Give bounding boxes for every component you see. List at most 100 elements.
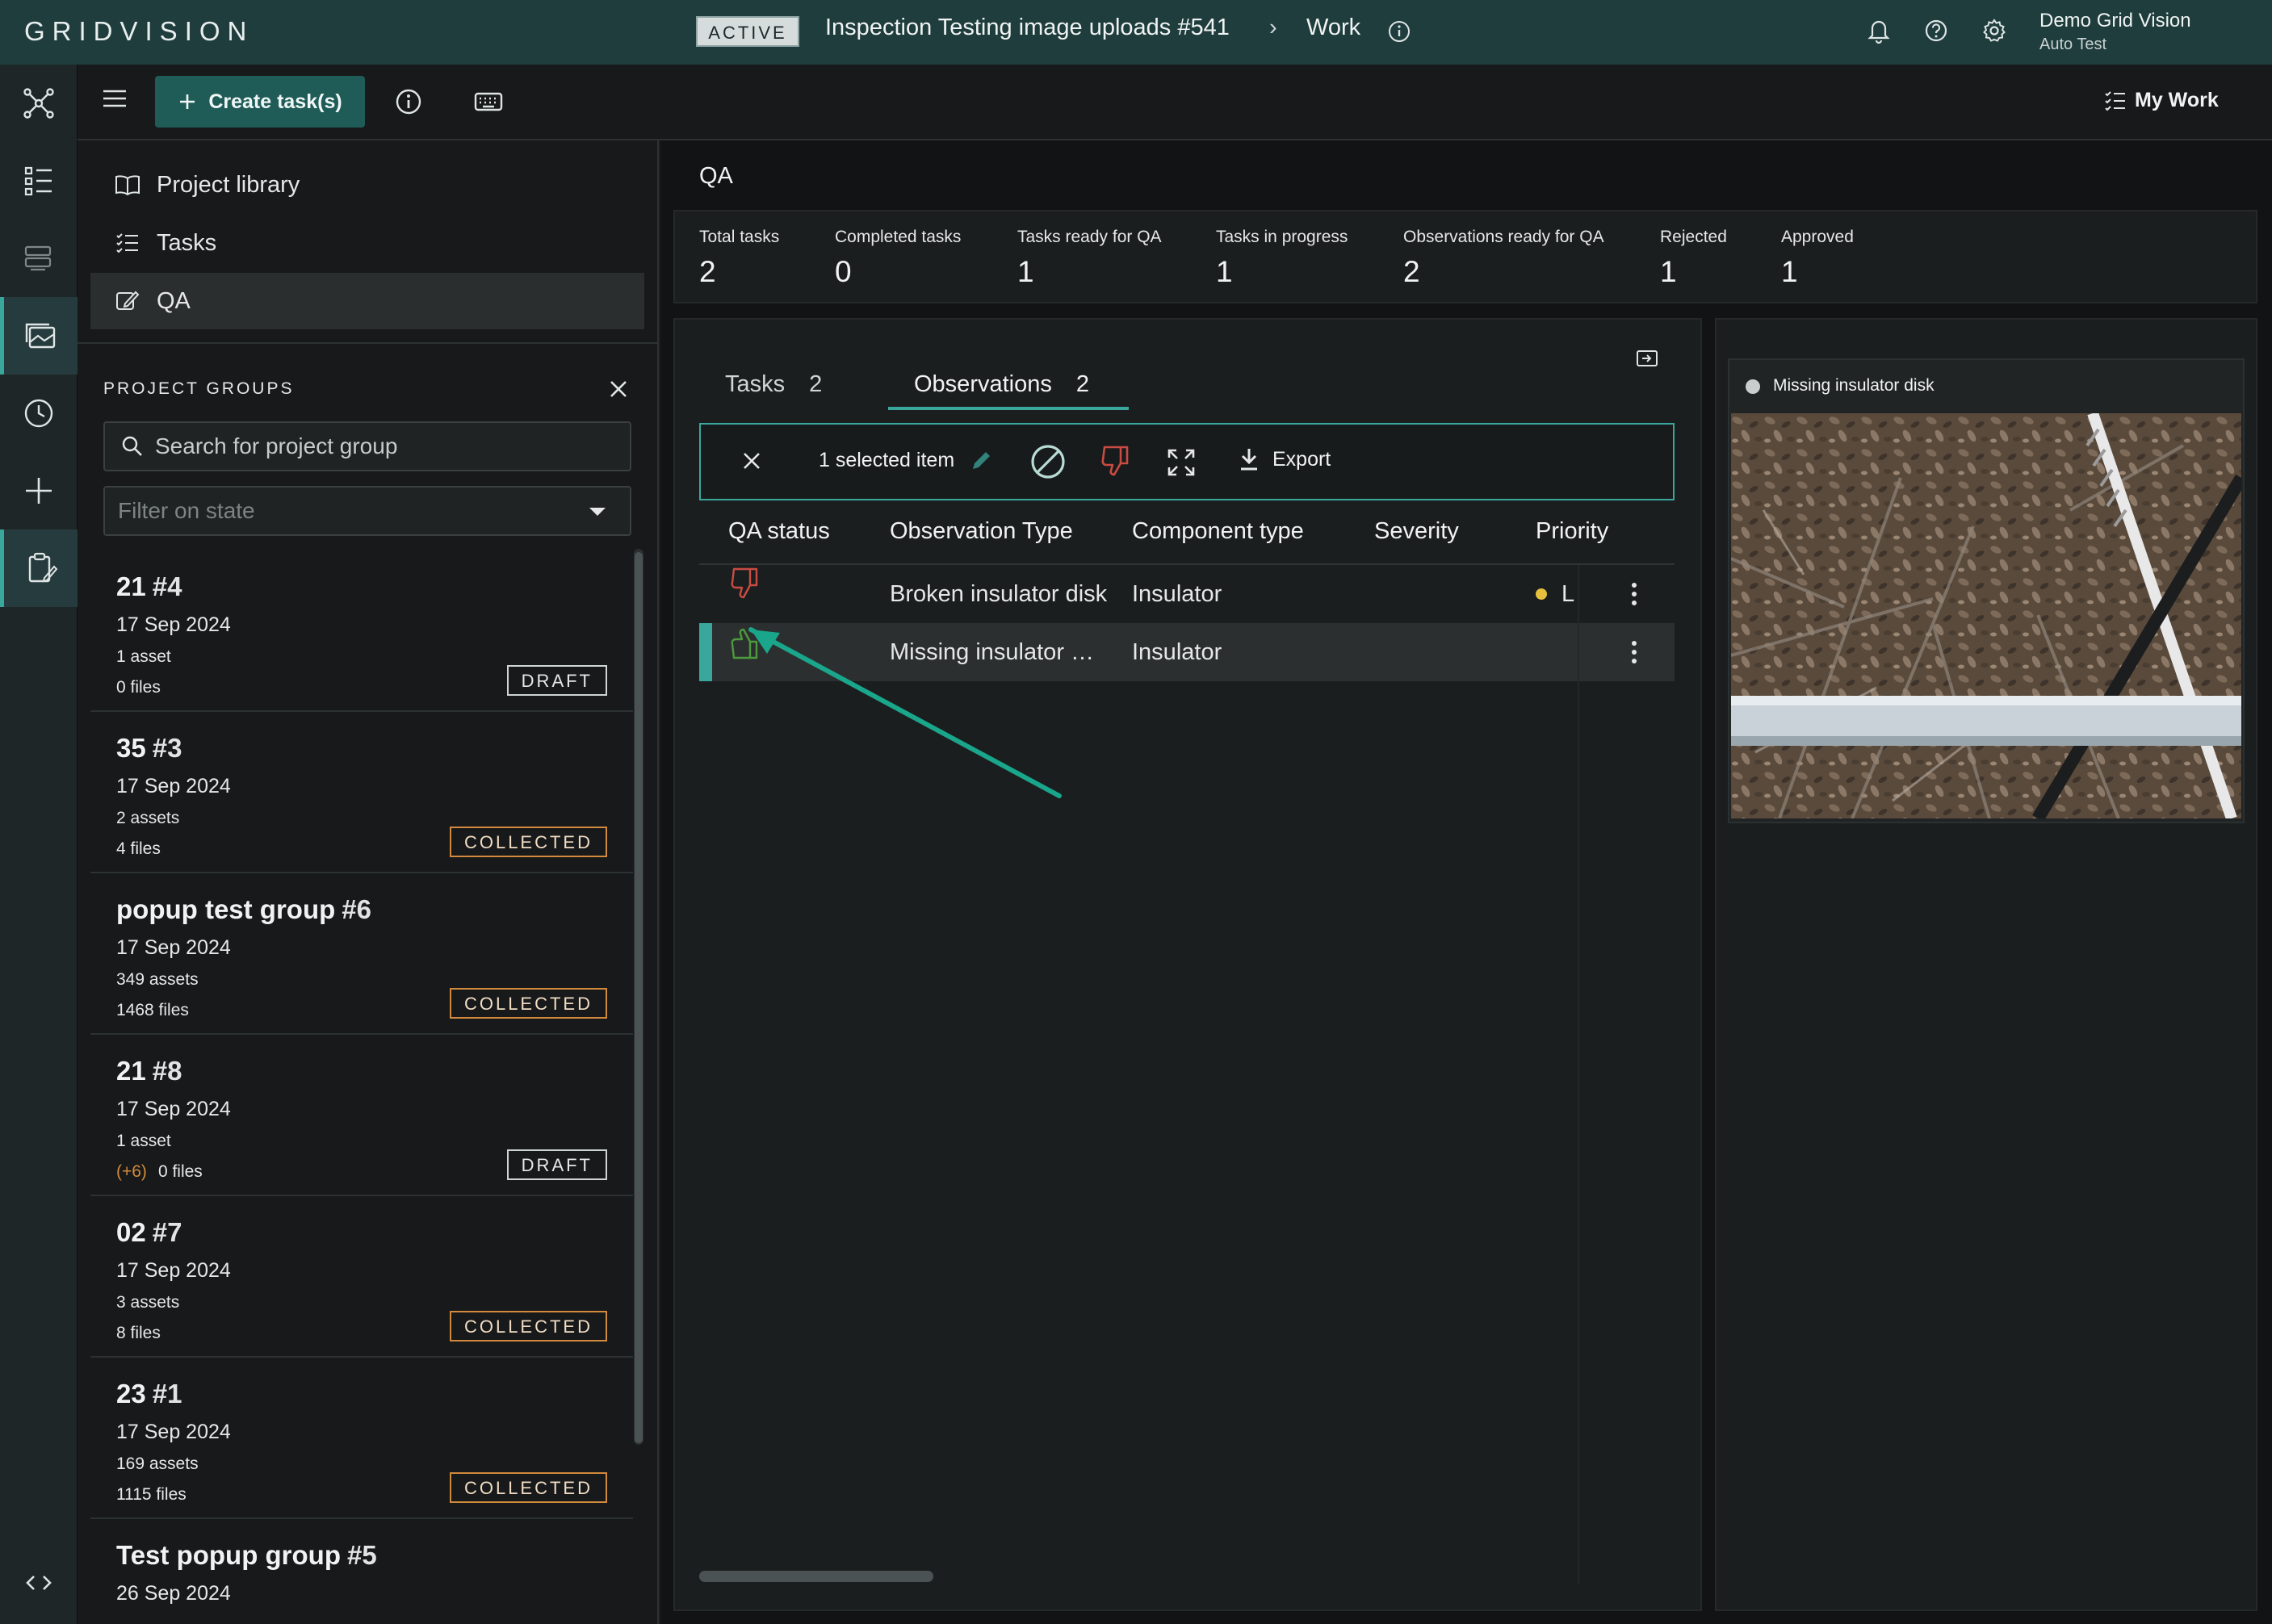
tab-observations[interactable]: Observations 2 [914,371,1089,398]
column-header-priority[interactable]: Priority [1536,518,1608,545]
annotation-arrow-icon [727,613,1082,807]
group-title: 21 #4 [116,571,182,602]
group-name: 23 [116,1379,146,1408]
info-icon[interactable] [394,87,423,116]
tab-count: 2 [1075,371,1089,397]
project-group-card[interactable]: Test popup group #5 26 Sep 2024 [90,1517,633,1624]
group-number: #7 [152,1217,182,1247]
group-date: 17 Sep 2024 [116,1259,231,1282]
nav-item-project-library[interactable]: Project library [90,157,644,213]
table-horizontal-scrollbar[interactable] [699,1571,933,1582]
project-group-card[interactable]: 21 #8 17 Sep 2024 1 asset (+6) 0 files DRA… [90,1033,633,1196]
expand-icon[interactable] [1166,447,1197,478]
reset-status-ban-icon[interactable] [1029,442,1067,481]
group-title: 02 #7 [116,1217,182,1248]
observation-type-cell: Broken insulator disk [890,581,1108,607]
group-name: 21 [116,1056,146,1086]
group-assets: 169 assets [116,1454,199,1473]
help-icon[interactable] [1923,18,1949,44]
rail-list-icon[interactable] [0,142,78,220]
project-title[interactable]: Inspection Testing image uploads #541 [825,15,1230,41]
stat-label: Approved [1781,228,1854,246]
bell-icon[interactable] [1867,18,1891,44]
checklist-icon [2105,90,2125,111]
reject-thumbs-down-icon[interactable] [1100,444,1132,478]
qa-status-rejected-icon[interactable] [730,567,762,602]
project-group-card[interactable]: 02 #7 17 Sep 2024 3 assets 8 files COLLEC… [90,1195,633,1358]
create-tasks-button[interactable]: Create task(s) [155,76,365,128]
stat-label: Total tasks [699,228,780,246]
panel-collapse-icon[interactable] [1636,349,1658,368]
project-group-card[interactable]: 23 #1 17 Sep 2024 169 assets 1115 files C… [90,1356,633,1519]
clear-selection-close-icon[interactable] [740,449,764,473]
nav-item-label: QA [157,287,191,314]
selected-row-indicator [699,623,712,681]
chevron-down-icon[interactable] [588,506,607,517]
nav-item-qa[interactable]: QA [90,273,644,329]
list-icon [116,233,138,253]
component-type-cell: Insulator [1132,581,1222,607]
rail-qa-clipboard-icon[interactable] [0,529,78,607]
list-scrollbar-thumb[interactable] [635,552,643,1443]
search-placeholder: Search for project group [155,433,398,458]
rail-add-icon[interactable] [0,452,78,529]
row-menu-kebab-icon[interactable] [1626,581,1642,607]
export-button[interactable]: Export [1239,447,1331,471]
gear-icon[interactable] [1981,18,2007,44]
group-number: #1 [152,1379,182,1408]
user-name[interactable]: Demo Grid Vision [2039,10,2191,32]
tab-tasks[interactable]: Tasks 2 [725,371,822,398]
component-type-cell: Insulator [1132,639,1222,665]
group-files: 4 files [116,839,161,859]
rail-network-icon[interactable] [0,65,78,142]
column-header-severity[interactable]: Severity [1374,518,1459,545]
group-assets: 3 assets [116,1293,180,1312]
download-icon [1241,449,1257,471]
search-icon [122,436,142,456]
group-files-count: 0 files [116,678,161,697]
rail-gallery-icon[interactable] [0,297,78,375]
project-groups-title: PROJECT GROUPS [103,379,295,398]
group-date: 26 Sep 2024 [116,1582,231,1605]
group-assets: 349 assets [116,970,199,989]
tab-label: Observations [914,371,1052,397]
group-title: 23 #1 [116,1379,182,1409]
pencil-icon[interactable] [969,449,993,473]
collapse-rail-icon[interactable] [21,1571,57,1595]
my-work-button[interactable]: My Work [2104,89,2219,112]
project-group-card[interactable]: popup test group #6 17 Sep 2024 349 asset… [90,872,633,1035]
rail-history-icon[interactable] [0,375,78,452]
group-number: #5 [347,1540,377,1570]
status-badge: DRAFT [506,1149,607,1180]
keyboard-icon[interactable] [473,90,504,113]
app-logo[interactable]: GRIDVISION [24,16,254,47]
group-files: 1115 files [116,1485,187,1505]
column-header-component-type[interactable]: Component type [1132,518,1304,545]
observations-panel [673,318,1702,1611]
column-header-qa-status[interactable]: QA status [728,518,830,545]
stat-label: Observations ready for QA [1403,228,1604,246]
info-icon[interactable] [1387,19,1411,44]
stat-label: Tasks ready for QA [1017,228,1162,246]
tab-count: 2 [809,371,823,397]
project-group-card[interactable]: 35 #3 17 Sep 2024 2 assets 4 files COLLEC… [90,710,633,873]
state-filter-select[interactable]: Filter on state [103,486,631,536]
hamburger-menu-icon[interactable] [100,87,129,110]
stat-rejected: Rejected 1 [1660,228,1727,289]
project-group-card[interactable]: 21 #4 17 Sep 2024 1 asset 0 files DRAFT [90,549,633,712]
group-extra-count[interactable]: (+6) [116,1162,147,1181]
group-number: #8 [152,1056,182,1086]
group-files-count: 4 files [116,839,161,858]
column-header-observation-type[interactable]: Observation Type [890,518,1073,545]
rail-database-icon[interactable] [0,220,78,297]
group-date: 17 Sep 2024 [116,775,231,797]
observation-image[interactable] [1731,413,2241,818]
group-name: 02 [116,1217,146,1247]
group-name: 35 [116,733,146,763]
nav-item-tasks[interactable]: Tasks [90,215,644,271]
close-icon[interactable] [607,378,630,400]
search-input[interactable]: Search for project group [103,421,631,471]
group-files-count: 8 files [116,1324,161,1342]
group-files-count: 0 files [157,1162,203,1181]
row-menu-kebab-icon[interactable] [1626,639,1642,665]
